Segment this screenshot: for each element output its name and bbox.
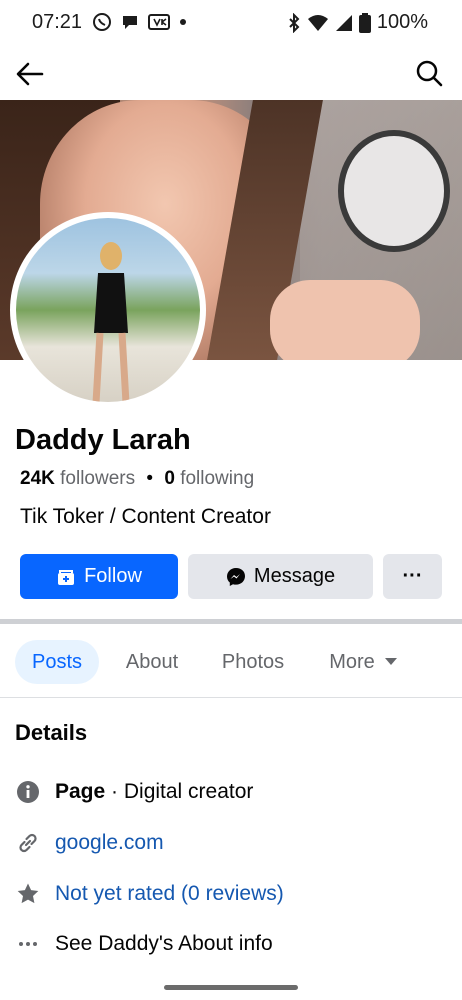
signal-icon	[335, 14, 352, 31]
rating-link[interactable]: Not yet rated (0 reviews)	[55, 882, 284, 906]
detail-about-info[interactable]: See Daddy's About info	[0, 924, 462, 964]
ellipsis-icon	[16, 932, 40, 956]
about-info-link[interactable]: See Daddy's About info	[55, 932, 273, 956]
arrow-left-icon	[16, 62, 44, 86]
battery-percentage: 100%	[376, 11, 428, 33]
status-bar: 07:21 100%	[0, 0, 462, 46]
more-options-label: ···	[402, 565, 423, 587]
section-divider	[0, 619, 462, 624]
more-options-button[interactable]: ···	[383, 554, 442, 599]
profile-bio: Tik Toker / Content Creator	[20, 505, 271, 528]
detail-website[interactable]: google.com	[0, 823, 462, 863]
followers-count[interactable]: 24K	[20, 468, 55, 489]
tab-posts[interactable]: Posts	[15, 640, 99, 684]
wifi-icon	[307, 14, 328, 31]
follow-button[interactable]: Follow	[20, 554, 178, 599]
tab-photos[interactable]: Photos	[205, 640, 301, 684]
follow-label: Follow	[84, 565, 142, 587]
chat-bubble-icon	[123, 16, 137, 29]
notification-icons	[92, 12, 188, 32]
link-icon	[16, 831, 40, 855]
website-link[interactable]: google.com	[55, 831, 164, 855]
page-type-value: · Digital creator	[105, 780, 254, 803]
follow-stats: 24K followers • 0 following	[20, 468, 254, 490]
profile-tabs: Posts About Photos More	[0, 638, 462, 688]
tabs-divider	[0, 697, 462, 698]
followers-label[interactable]: followers	[60, 468, 135, 489]
following-count[interactable]: 0	[164, 468, 175, 489]
detail-rating[interactable]: Not yet rated (0 reviews)	[0, 874, 462, 914]
message-label: Message	[253, 565, 336, 587]
back-button[interactable]	[14, 58, 46, 90]
tab-about[interactable]: About	[110, 640, 194, 684]
tab-photos-label: Photos	[221, 650, 285, 673]
tab-about-label: About	[125, 650, 179, 673]
star-icon	[16, 882, 40, 906]
status-time: 07:21	[32, 11, 83, 33]
message-button[interactable]: Message	[188, 554, 373, 599]
system-icons: 100%	[287, 11, 428, 34]
cover-mirror	[338, 130, 450, 252]
info-icon	[16, 780, 40, 804]
detail-page-type: Page · Digital creator	[0, 772, 462, 812]
home-indicator[interactable]	[164, 985, 298, 990]
whatsapp-icon	[93, 13, 111, 31]
bluetooth-icon	[289, 12, 300, 33]
tab-more-label: More	[329, 650, 375, 673]
messenger-icon	[226, 567, 245, 586]
follow-page-icon	[58, 569, 75, 585]
search-button[interactable]	[414, 58, 444, 88]
tab-more[interactable]: More	[314, 640, 412, 684]
details-title: Details	[15, 720, 88, 745]
cover-hand	[270, 280, 420, 360]
top-nav	[0, 46, 462, 100]
following-label[interactable]: following	[180, 468, 254, 489]
profile-photo-image	[16, 218, 200, 402]
profile-photo[interactable]	[10, 212, 206, 408]
page-type-label: Page	[55, 780, 106, 803]
tab-posts-label: Posts	[31, 650, 83, 673]
search-icon	[416, 60, 443, 87]
caret-down-icon	[384, 658, 397, 665]
vk-icon	[148, 14, 170, 30]
battery-icon	[358, 12, 371, 33]
page-type-text: Page · Digital creator	[55, 780, 253, 804]
dot-icon	[180, 19, 186, 25]
stats-separator: •	[146, 468, 154, 489]
profile-figure	[92, 242, 130, 402]
profile-name: Daddy Larah	[15, 424, 191, 456]
